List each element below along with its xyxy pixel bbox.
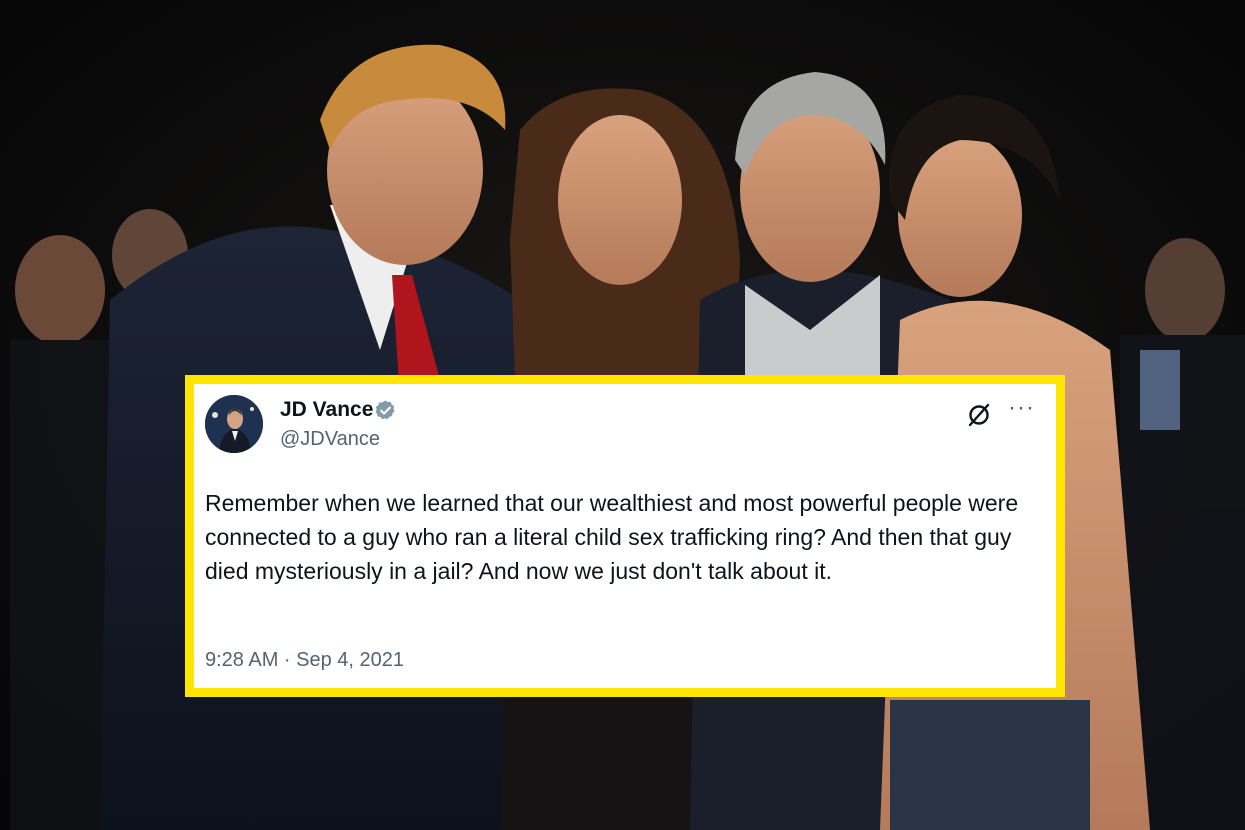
tweet-text: Remember when we learned that our wealth…	[205, 490, 1019, 584]
verified-badge-icon	[375, 400, 395, 420]
avatar[interactable]	[205, 395, 263, 453]
grok-icon[interactable]	[966, 402, 992, 428]
author-handle[interactable]: @JDVance	[280, 428, 380, 451]
author-name[interactable]: JD Vance	[280, 398, 373, 422]
more-options-icon[interactable]: ···	[1008, 396, 1034, 424]
tweet-card: JD Vance @JDVance ··· Remember when we l…	[185, 375, 1065, 697]
tweet-timestamp[interactable]: 9:28 AM · Sep 4, 2021	[205, 649, 404, 672]
